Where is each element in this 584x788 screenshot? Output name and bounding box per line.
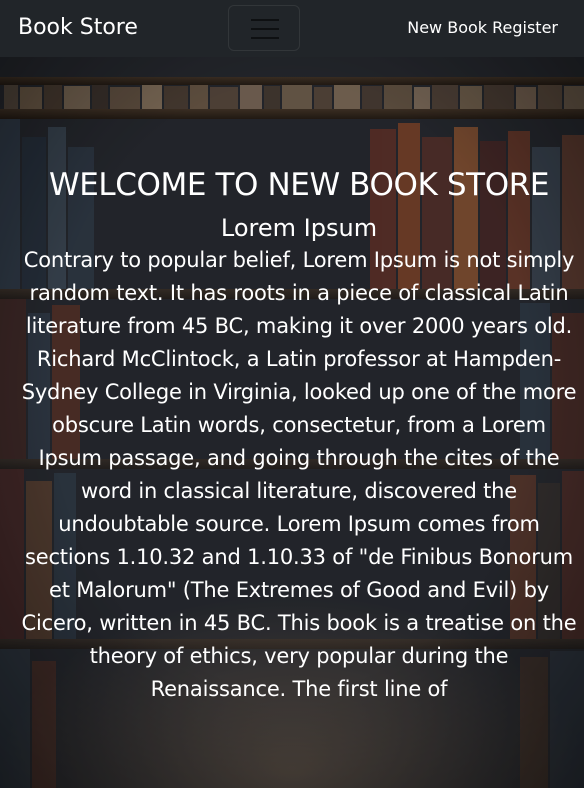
brand-link[interactable]: Book Store <box>18 13 138 43</box>
section-subheading: Lorem Ipsum <box>220 214 378 242</box>
hero-content: WELCOME TO NEW BOOK STORE Lorem Ipsum Co… <box>14 164 584 706</box>
new-book-register-link[interactable]: New Book Register <box>407 17 558 39</box>
navbar: Book Store New Book Register <box>0 0 584 57</box>
hero-section: WELCOME TO NEW BOOK STORE Lorem Ipsum Co… <box>0 57 584 788</box>
navbar-toggler-button[interactable] <box>228 5 300 51</box>
hamburger-menu-icon <box>251 19 279 39</box>
hero-paragraph: Contrary to popular belief, Lorem Ipsum … <box>21 248 577 701</box>
page-title: WELCOME TO NEW BOOK STORE <box>48 167 550 203</box>
page: Book Store New Book Register WELCOME TO … <box>0 0 584 788</box>
